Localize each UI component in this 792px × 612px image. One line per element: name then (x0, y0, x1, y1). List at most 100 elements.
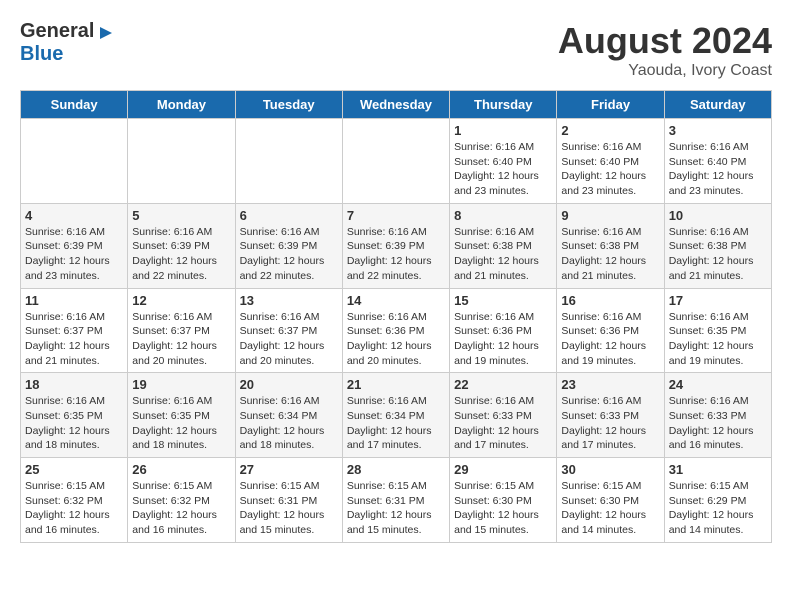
day-number: 23 (561, 377, 659, 392)
day-info: Sunrise: 6:16 AM Sunset: 6:39 PM Dayligh… (25, 225, 123, 284)
day-info: Sunrise: 6:16 AM Sunset: 6:36 PM Dayligh… (454, 310, 552, 369)
calendar-cell: 17Sunrise: 6:16 AM Sunset: 6:35 PM Dayli… (664, 288, 771, 373)
day-header-wednesday: Wednesday (342, 91, 449, 119)
day-info: Sunrise: 6:15 AM Sunset: 6:30 PM Dayligh… (561, 479, 659, 538)
day-info: Sunrise: 6:15 AM Sunset: 6:32 PM Dayligh… (132, 479, 230, 538)
day-number: 7 (347, 208, 445, 223)
calendar-table: SundayMondayTuesdayWednesdayThursdayFrid… (20, 90, 772, 543)
calendar-cell: 15Sunrise: 6:16 AM Sunset: 6:36 PM Dayli… (450, 288, 557, 373)
day-info: Sunrise: 6:16 AM Sunset: 6:39 PM Dayligh… (240, 225, 338, 284)
calendar-cell: 23 Sunrise: 6:16 AM Sunset: 6:33 PM Dayli… (557, 373, 664, 458)
day-number: 29 (454, 462, 552, 477)
calendar-cell: 25 Sunrise: 6:15 AM Sunset: 6:32 PM Dayli… (21, 458, 128, 543)
day-number: 12 (132, 293, 230, 308)
calendar-cell (21, 119, 128, 204)
calendar-cell: 21 Sunrise: 6:16 AM Sunset: 6:34 PM Dayli… (342, 373, 449, 458)
title-block: August 2024 Yaouda, Ivory Coast (558, 20, 772, 80)
day-number: 27 (240, 462, 338, 477)
day-number: 30 (561, 462, 659, 477)
calendar-cell: 24 Sunrise: 6:16 AM Sunset: 6:33 PM Dayli… (664, 373, 771, 458)
calendar-cell (235, 119, 342, 204)
days-of-week-row: SundayMondayTuesdayWednesdayThursdayFrid… (21, 91, 772, 119)
calendar-cell: 22Sunrise: 6:16 AM Sunset: 6:33 PM Dayli… (450, 373, 557, 458)
calendar-week-3: 11Sunrise: 6:16 AM Sunset: 6:37 PM Dayli… (21, 288, 772, 373)
calendar-cell: 31 Sunrise: 6:15 AM Sunset: 6:29 PM Dayli… (664, 458, 771, 543)
day-info: Sunrise: 6:15 AM Sunset: 6:30 PM Dayligh… (454, 479, 552, 538)
calendar-cell: 8 Sunrise: 6:16 AM Sunset: 6:38 PM Daylig… (450, 203, 557, 288)
calendar-title: August 2024 (558, 20, 772, 62)
day-number: 25 (25, 462, 123, 477)
day-header-sunday: Sunday (21, 91, 128, 119)
calendar-cell: 14 Sunrise: 6:16 AM Sunset: 6:36 PM Dayli… (342, 288, 449, 373)
calendar-week-5: 25 Sunrise: 6:15 AM Sunset: 6:32 PM Dayli… (21, 458, 772, 543)
day-number: 8 (454, 208, 552, 223)
day-number: 24 (669, 377, 767, 392)
day-info: Sunrise: 6:16 AM Sunset: 6:38 PM Dayligh… (454, 225, 552, 284)
day-number: 21 (347, 377, 445, 392)
calendar-week-1: 1 Sunrise: 6:16 AM Sunset: 6:40 PM Daylig… (21, 119, 772, 204)
day-info: Sunrise: 6:16 AM Sunset: 6:34 PM Dayligh… (240, 394, 338, 453)
calendar-cell: 9 Sunrise: 6:16 AM Sunset: 6:38 PM Daylig… (557, 203, 664, 288)
day-header-saturday: Saturday (664, 91, 771, 119)
calendar-cell: 27Sunrise: 6:15 AM Sunset: 6:31 PM Dayli… (235, 458, 342, 543)
day-info: Sunrise: 6:16 AM Sunset: 6:33 PM Dayligh… (561, 394, 659, 453)
calendar-cell: 12 Sunrise: 6:16 AM Sunset: 6:37 PM Dayli… (128, 288, 235, 373)
day-number: 14 (347, 293, 445, 308)
day-info: Sunrise: 6:15 AM Sunset: 6:29 PM Dayligh… (669, 479, 767, 538)
calendar-cell: 10 Sunrise: 6:16 AM Sunset: 6:38 PM Dayli… (664, 203, 771, 288)
day-number: 19 (132, 377, 230, 392)
day-info: Sunrise: 6:16 AM Sunset: 6:38 PM Dayligh… (669, 225, 767, 284)
day-header-tuesday: Tuesday (235, 91, 342, 119)
page-header: General Blue August 2024 Yaouda, Ivory C… (20, 20, 772, 80)
calendar-cell: 20 Sunrise: 6:16 AM Sunset: 6:34 PM Dayli… (235, 373, 342, 458)
day-number: 9 (561, 208, 659, 223)
calendar-header: SundayMondayTuesdayWednesdayThursdayFrid… (21, 91, 772, 119)
logo-arrow-icon (96, 23, 116, 43)
day-number: 22 (454, 377, 552, 392)
calendar-cell: 2 Sunrise: 6:16 AM Sunset: 6:40 PM Daylig… (557, 119, 664, 204)
day-info: Sunrise: 6:16 AM Sunset: 6:39 PM Dayligh… (347, 225, 445, 284)
calendar-cell: 13Sunrise: 6:16 AM Sunset: 6:37 PM Dayli… (235, 288, 342, 373)
calendar-week-4: 18Sunrise: 6:16 AM Sunset: 6:35 PM Dayli… (21, 373, 772, 458)
calendar-cell: 6Sunrise: 6:16 AM Sunset: 6:39 PM Daylig… (235, 203, 342, 288)
day-info: Sunrise: 6:16 AM Sunset: 6:33 PM Dayligh… (669, 394, 767, 453)
logo-general-text: General (20, 20, 94, 43)
calendar-cell (128, 119, 235, 204)
day-info: Sunrise: 6:16 AM Sunset: 6:37 PM Dayligh… (132, 310, 230, 369)
day-info: Sunrise: 6:16 AM Sunset: 6:35 PM Dayligh… (25, 394, 123, 453)
day-info: Sunrise: 6:16 AM Sunset: 6:39 PM Dayligh… (132, 225, 230, 284)
calendar-cell: 5 Sunrise: 6:16 AM Sunset: 6:39 PM Daylig… (128, 203, 235, 288)
day-number: 5 (132, 208, 230, 223)
calendar-cell: 11Sunrise: 6:16 AM Sunset: 6:37 PM Dayli… (21, 288, 128, 373)
day-number: 26 (132, 462, 230, 477)
calendar-cell: 26 Sunrise: 6:15 AM Sunset: 6:32 PM Dayli… (128, 458, 235, 543)
calendar-cell: 4Sunrise: 6:16 AM Sunset: 6:39 PM Daylig… (21, 203, 128, 288)
day-info: Sunrise: 6:16 AM Sunset: 6:40 PM Dayligh… (454, 140, 552, 199)
day-number: 20 (240, 377, 338, 392)
day-info: Sunrise: 6:16 AM Sunset: 6:40 PM Dayligh… (561, 140, 659, 199)
day-number: 31 (669, 462, 767, 477)
calendar-cell: 28Sunrise: 6:15 AM Sunset: 6:31 PM Dayli… (342, 458, 449, 543)
day-header-friday: Friday (557, 91, 664, 119)
day-info: Sunrise: 6:15 AM Sunset: 6:32 PM Dayligh… (25, 479, 123, 538)
day-header-thursday: Thursday (450, 91, 557, 119)
day-info: Sunrise: 6:16 AM Sunset: 6:35 PM Dayligh… (132, 394, 230, 453)
calendar-cell (342, 119, 449, 204)
day-info: Sunrise: 6:16 AM Sunset: 6:40 PM Dayligh… (669, 140, 767, 199)
day-number: 1 (454, 123, 552, 138)
day-info: Sunrise: 6:16 AM Sunset: 6:37 PM Dayligh… (240, 310, 338, 369)
day-info: Sunrise: 6:16 AM Sunset: 6:36 PM Dayligh… (347, 310, 445, 369)
calendar-cell: 19 Sunrise: 6:16 AM Sunset: 6:35 PM Dayli… (128, 373, 235, 458)
day-info: Sunrise: 6:16 AM Sunset: 6:34 PM Dayligh… (347, 394, 445, 453)
calendar-cell: 3Sunrise: 6:16 AM Sunset: 6:40 PM Daylig… (664, 119, 771, 204)
day-number: 10 (669, 208, 767, 223)
day-info: Sunrise: 6:16 AM Sunset: 6:36 PM Dayligh… (561, 310, 659, 369)
day-number: 16 (561, 293, 659, 308)
day-info: Sunrise: 6:16 AM Sunset: 6:37 PM Dayligh… (25, 310, 123, 369)
calendar-cell: 16 Sunrise: 6:16 AM Sunset: 6:36 PM Dayli… (557, 288, 664, 373)
day-header-monday: Monday (128, 91, 235, 119)
logo: General Blue (20, 20, 116, 66)
calendar-body: 1 Sunrise: 6:16 AM Sunset: 6:40 PM Daylig… (21, 119, 772, 543)
day-info: Sunrise: 6:16 AM Sunset: 6:38 PM Dayligh… (561, 225, 659, 284)
day-number: 2 (561, 123, 659, 138)
